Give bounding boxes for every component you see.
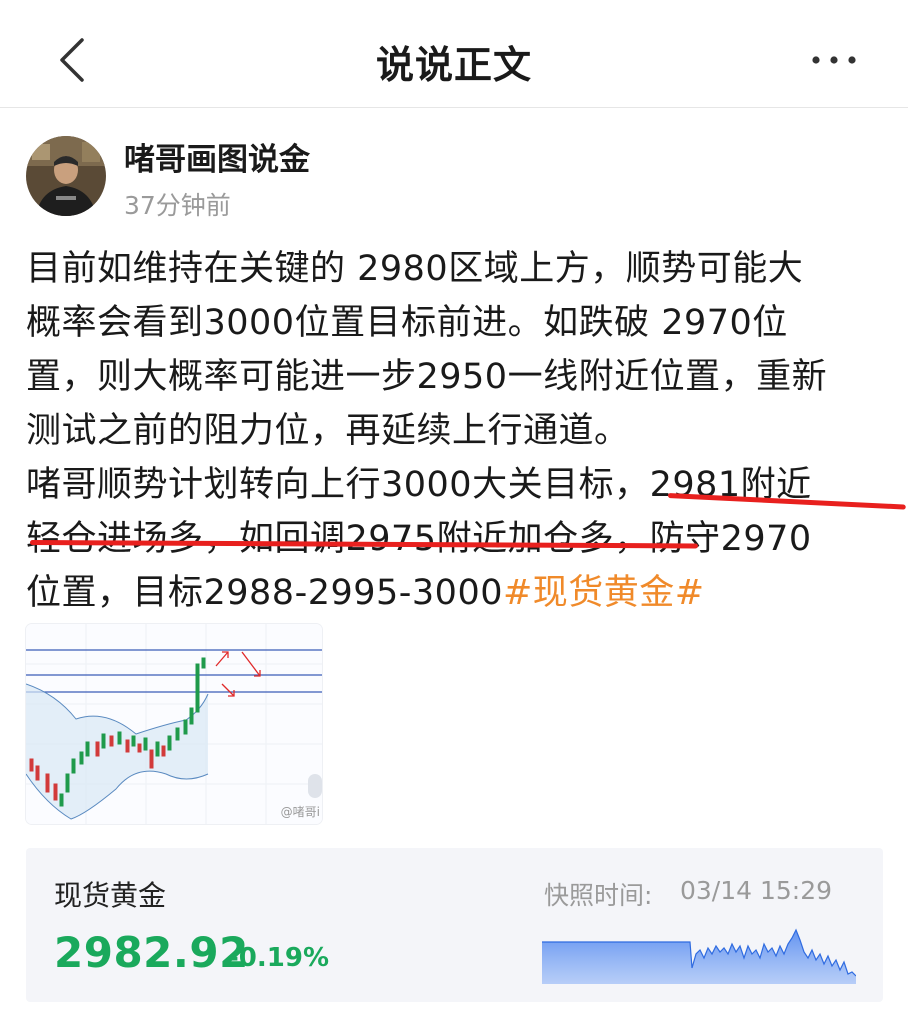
- post-line: 置，则大概率可能进一步2950一线附近位置，重新: [26, 357, 828, 397]
- more-dots-icon: [812, 56, 856, 64]
- top-nav-bar: 说说正文: [0, 0, 908, 108]
- post-line: 轻仓进场多，如回调2975附近加仓多，防守2970: [26, 519, 812, 559]
- post-line: 位置，目标2988-2995-3000#现货黄金#: [26, 566, 894, 620]
- price-sparkline: [542, 928, 856, 984]
- quote-change: -0.19%: [228, 943, 329, 973]
- post-time: 37分钟前: [124, 191, 231, 220]
- post-line: 测试之前的阻力位，再延续上行通道。: [26, 411, 630, 451]
- quote-price: 2982.92: [54, 928, 249, 977]
- post-line-text: 位置，目标2988-2995-3000: [26, 573, 503, 613]
- avatar[interactable]: [26, 136, 106, 216]
- quote-card[interactable]: 现货黄金 2982.92 -0.19% 快照时间: 03/14 15:29: [26, 848, 883, 1002]
- post-line: 目前如维持在关键的 2980区域上方，顺势可能大: [26, 249, 804, 289]
- candlestick-chart-image: [26, 624, 322, 824]
- quote-name: 现货黄金: [54, 879, 167, 912]
- chart-image-thumbnail[interactable]: @啫哥i: [26, 624, 322, 824]
- post-line: 概率会看到3000位置目标前进。如跌破 2970位: [26, 303, 788, 343]
- more-button[interactable]: [808, 38, 860, 82]
- post-line: 啫哥顺势计划转向上行3000大关目标，2981附近: [26, 465, 812, 505]
- post-body: 目前如维持在关键的 2980区域上方，顺势可能大 概率会看到3000位置目标前进。…: [26, 242, 894, 620]
- image-watermark: @啫哥i: [280, 805, 320, 819]
- author-name[interactable]: 啫哥画图说金: [124, 134, 310, 179]
- page-title: 说说正文: [375, 43, 532, 87]
- hashtag-link[interactable]: #现货黄金#: [503, 573, 705, 613]
- snapshot-time: 03/14 15:29: [680, 876, 833, 905]
- snapshot-label: 快照时间:: [544, 881, 653, 910]
